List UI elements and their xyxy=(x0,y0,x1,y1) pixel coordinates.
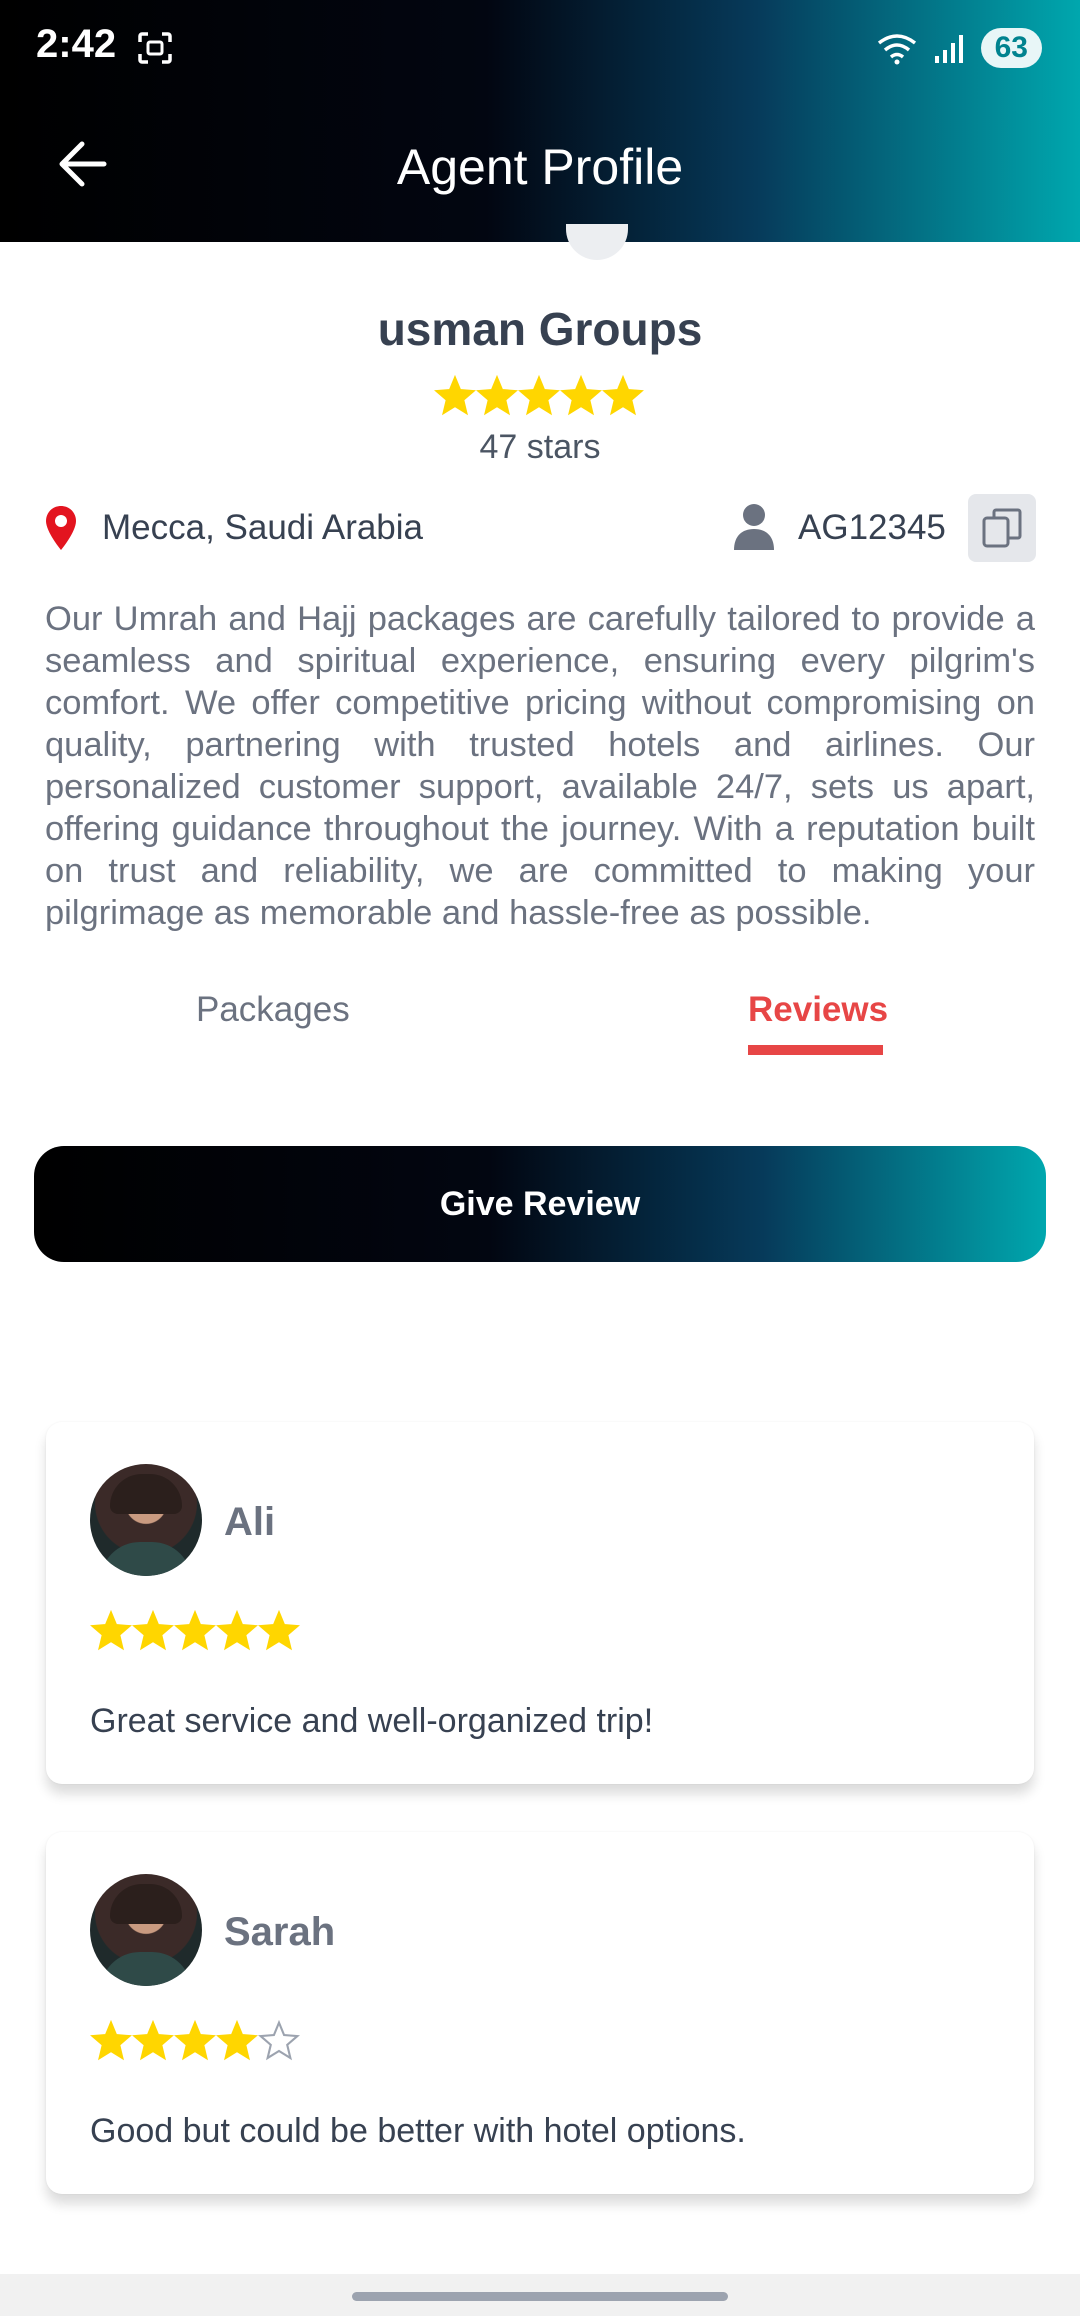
copy-icon xyxy=(982,508,1022,548)
reviewer-name: Ali xyxy=(224,1500,276,1544)
agent-name: usman Groups xyxy=(377,303,703,355)
copy-id-button[interactable] xyxy=(968,494,1036,562)
star-filled-icon xyxy=(434,375,476,416)
star-empty-icon xyxy=(258,2020,300,2061)
star-filled-icon xyxy=(216,2020,258,2061)
reviewer-avatar xyxy=(90,1874,202,1986)
star-filled-icon xyxy=(174,1610,216,1651)
agent-avatar xyxy=(566,224,628,260)
status-time: 2:42 xyxy=(36,22,117,66)
agent-description: Our Umrah and Hajj packages are carefull… xyxy=(45,600,1035,932)
stars-count: 47 stars xyxy=(479,428,601,466)
home-indicator[interactable] xyxy=(352,2292,728,2301)
agent-rating-stars xyxy=(434,375,644,417)
app-header: 2:42 63 Agent Profile xyxy=(0,0,1080,242)
reviewer-avatar xyxy=(90,1464,202,1576)
star-filled-icon xyxy=(216,1610,258,1651)
star-filled-icon xyxy=(476,375,518,416)
status-icons: 63 xyxy=(875,28,1042,68)
star-filled-icon xyxy=(602,375,644,416)
star-filled-icon xyxy=(132,2020,174,2061)
star-filled-icon xyxy=(560,375,602,416)
star-filled-icon xyxy=(132,1610,174,1651)
battery-badge: 63 xyxy=(980,28,1042,68)
review-text: Good but could be better with hotel opti… xyxy=(90,2112,746,2150)
active-tab-indicator xyxy=(748,1045,883,1055)
wifi-icon xyxy=(877,34,916,65)
star-filled-icon xyxy=(90,2020,132,2061)
person-icon xyxy=(734,504,774,550)
review-card: Sarah Good but could be better with hote… xyxy=(46,1832,1034,2194)
review-card: Ali Great service and well-organized tri… xyxy=(46,1422,1034,1784)
star-filled-icon xyxy=(258,1610,300,1651)
star-filled-icon xyxy=(174,2020,216,2061)
review-rating-stars xyxy=(90,1610,300,1652)
agent-id: AG12345 xyxy=(798,508,946,547)
signal-icon xyxy=(934,35,963,63)
reviewer-name: Sarah xyxy=(224,1910,336,1954)
page-title: Agent Profile xyxy=(396,139,684,195)
screenshot-icon xyxy=(138,32,172,64)
review-text: Great service and well-organized trip! xyxy=(90,1702,654,1740)
tab-reviews[interactable]: Reviews xyxy=(748,990,888,1030)
star-filled-icon xyxy=(518,375,560,416)
give-review-button[interactable]: Give Review xyxy=(34,1146,1046,1262)
tab-packages[interactable]: Packages xyxy=(196,990,350,1030)
star-filled-icon xyxy=(90,1610,132,1651)
review-rating-stars xyxy=(90,2020,300,2062)
agent-location: Mecca, Saudi Arabia xyxy=(102,508,424,547)
location-pin-icon xyxy=(46,506,76,550)
